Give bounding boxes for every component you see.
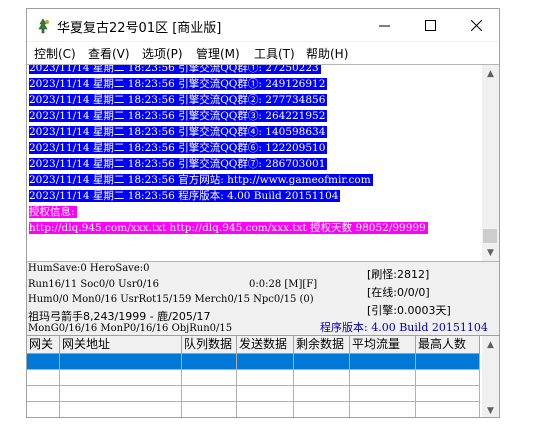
player-text: 祖玛弓箭手8,243/1999 - 鹿/205/17 (28, 310, 211, 323)
log-line-text: 授权信息: (29, 206, 77, 218)
hum-save-text: HumSave:0 HeroSave:0 (28, 263, 150, 274)
table-cell (27, 386, 60, 402)
table-cell (237, 370, 294, 386)
menu-manage[interactable]: 管理(M) (196, 45, 240, 62)
scroll-thumb[interactable] (483, 229, 497, 243)
table-cell (27, 402, 60, 417)
close-button[interactable] (453, 9, 499, 41)
menu-bar: 控制(C) 查看(V) 选项(P) 管理(M) 工具(T) 帮助(H) (27, 42, 499, 64)
log-panel[interactable]: 2023/11/14 星期二 18:23:56 引擎交流QQ群①: 272502… (27, 64, 499, 262)
col-header-gateway[interactable]: 网关 (27, 336, 60, 354)
mon-stats: MonG0/16/16 MonP0/16/16 ObjRun0/15 (28, 323, 233, 334)
online-text: [在线:0/0/0] (367, 286, 430, 299)
refresh-monster-text: [刷怪:2812] (367, 268, 430, 281)
menu-view[interactable]: 查看(V) (88, 45, 130, 62)
log-line: 2023/11/14 星期二 18:23:56 程序版本: 4.00 Build… (29, 188, 481, 204)
run-stats: Run16/11 Soc0/0 Usr0/16 (28, 279, 159, 290)
table-cell (60, 386, 182, 402)
menu-control[interactable]: 控制(C) (34, 45, 76, 62)
table-cell (294, 402, 350, 417)
table-cell (350, 402, 416, 417)
table-scroll-up-icon[interactable]: ▲ (482, 336, 499, 353)
table-cell (416, 386, 480, 402)
log-line: 2023/11/14 星期二 18:23:56 引擎交流QQ群①: 272502… (29, 64, 481, 76)
log-line-text: 2023/11/14 星期二 18:23:56 引擎交流QQ群③: 264221… (29, 110, 328, 122)
table-cell (350, 370, 416, 386)
log-scrollbar[interactable]: ▲ ▼ (482, 65, 499, 261)
col-header-remaining-data[interactable]: 剩余数据 (294, 336, 350, 354)
table-scroll-down-icon[interactable]: ▼ (482, 402, 499, 417)
table-cell (182, 370, 237, 386)
gateway-table[interactable]: 网关 网关地址 队列数据 发送数据 剩余数据 平均流量 最高人数 ▲ ▼ (27, 335, 499, 417)
table-scrollbar[interactable]: ▲ ▼ (482, 336, 499, 417)
table-cell (416, 354, 480, 370)
table-cell (27, 370, 60, 386)
table-cell (294, 386, 350, 402)
log-lines: 2023/11/14 星期二 18:23:56 引擎交流QQ群①: 272502… (29, 64, 481, 236)
table-row[interactable] (27, 386, 480, 402)
uptime-text: 0:0:28 [M][F] (249, 279, 318, 290)
log-line: http://dlq.945.com/xxx.txt http://dlq.94… (29, 220, 481, 236)
col-header-queue-data[interactable]: 队列数据 (182, 336, 237, 354)
log-line: 2023/11/14 星期二 18:23:56 引擎交流QQ群②: 277734… (29, 92, 481, 108)
app-icon (38, 18, 49, 34)
table-cell (294, 370, 350, 386)
status-panel: HumSave:0 HeroSave:0 Run16/11 Soc0/0 Usr… (27, 261, 499, 334)
col-header-send-data[interactable]: 发送数据 (237, 336, 294, 354)
table-cell (27, 354, 60, 370)
minimize-icon (378, 25, 390, 26)
engine-text: [引擎:0.0003天] (367, 304, 451, 317)
log-line: 2023/11/14 星期二 18:23:56 引擎交流QQ群①: 249126… (29, 76, 481, 92)
table-cell (182, 402, 237, 417)
log-line-text: 2023/11/14 星期二 18:23:56 引擎交流QQ群⑦: 286703… (29, 158, 328, 170)
log-line-text: 2023/11/14 星期二 18:23:56 官方网站: http://www… (29, 174, 373, 186)
table-cell (182, 386, 237, 402)
server-window: 华夏复古22号01区 [商业版] 控制(C) 查看(V) 选项(P) 管理(M)… (26, 8, 500, 418)
log-line-text: 2023/11/14 星期二 18:23:56 程序版本: 4.00 Build… (29, 190, 341, 202)
table-cell (237, 354, 294, 370)
table-row[interactable] (27, 354, 480, 370)
log-line-text: 2023/11/14 星期二 18:23:56 引擎交流QQ群⑥: 122209… (29, 142, 328, 154)
close-icon (470, 19, 482, 31)
table-row[interactable] (27, 370, 480, 386)
table-cell (60, 370, 182, 386)
col-header-max-users[interactable]: 最高人数 (416, 336, 480, 354)
col-header-gateway-address[interactable]: 网关地址 (60, 336, 182, 354)
table-row[interactable] (27, 402, 480, 417)
log-line-text: 2023/11/14 星期二 18:23:56 引擎交流QQ群②: 277734… (29, 94, 328, 106)
scroll-up-icon[interactable]: ▲ (482, 65, 499, 82)
table-cell (237, 386, 294, 402)
table-cell (350, 386, 416, 402)
log-line: 2023/11/14 星期二 18:23:56 引擎交流QQ群⑦: 286703… (29, 156, 481, 172)
window-title: 华夏复古22号01区 [商业版] (57, 21, 222, 36)
log-line: 2023/11/14 星期二 18:23:56 官方网站: http://www… (29, 172, 481, 188)
menu-help[interactable]: 帮助(H) (306, 45, 348, 62)
log-line: 2023/11/14 星期二 18:23:56 引擎交流QQ群⑥: 122209… (29, 140, 481, 156)
table-cell (294, 354, 350, 370)
table-cell (60, 402, 182, 417)
log-line-text: 2023/11/14 星期二 18:23:56 引擎交流QQ群①: 249126… (29, 78, 328, 90)
menu-tools[interactable]: 工具(T) (254, 45, 295, 62)
log-line: 授权信息: (29, 204, 481, 220)
title-bar[interactable]: 华夏复古22号01区 [商业版] (27, 9, 499, 41)
log-line-text: 2023/11/14 星期二 18:23:56 引擎交流QQ群④: 140598… (29, 126, 328, 138)
maximize-button[interactable] (407, 9, 453, 41)
table-cell (416, 370, 480, 386)
log-line-text: 2023/11/14 星期二 18:23:56 引擎交流QQ群①: 272502… (29, 64, 321, 74)
table-cell (237, 402, 294, 417)
scroll-down-icon[interactable]: ▼ (482, 244, 499, 261)
version-text: 程序版本: 4.00 Build 20151104 (320, 321, 488, 334)
log-line: 2023/11/14 星期二 18:23:56 引擎交流QQ群③: 264221… (29, 108, 481, 124)
table-cell (60, 354, 182, 370)
table-cell (350, 354, 416, 370)
log-line-text: http://dlq.945.com/xxx.txt http://dlq.94… (29, 222, 428, 234)
menu-options[interactable]: 选项(P) (142, 45, 183, 62)
minimize-button[interactable] (361, 9, 407, 41)
log-line: 2023/11/14 星期二 18:23:56 引擎交流QQ群④: 140598… (29, 124, 481, 140)
col-header-avg-traffic[interactable]: 平均流量 (350, 336, 416, 354)
hum-stats: Hum0/0 Mon0/16 UsrRot15/159 Merch0/15 Np… (28, 294, 314, 305)
maximize-icon (424, 19, 436, 31)
table-cell (416, 402, 480, 417)
table-cell (182, 354, 237, 370)
